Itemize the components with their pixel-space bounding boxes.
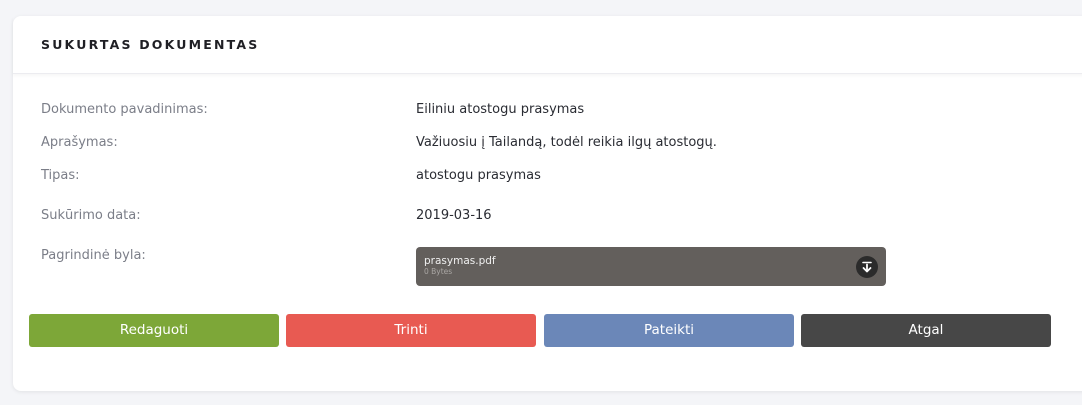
file-size: 0 Bytes [424,267,453,276]
field-value-description: Važiuosiu į Tailandą, todėl reikia ilgų … [416,135,717,150]
card-header: SUKURTAS DOKUMENTAS [13,16,1082,74]
field-value-name: Eiliniu atostogu prasymas [416,102,585,117]
field-label-name: Dokumento pavadinimas: [41,102,208,117]
field-label-description: Aprašymas: [41,135,118,150]
field-value-created: 2019-03-16 [416,208,492,223]
back-button[interactable]: Atgal [801,314,1051,347]
download-icon [862,261,872,273]
download-button[interactable] [856,256,878,278]
edit-button[interactable]: Redaguoti [29,314,279,347]
submit-button[interactable]: Pateikti [544,314,794,347]
field-label-type: Tipas: [41,168,80,183]
field-label-created: Sukūrimo data: [41,208,141,223]
field-label-main-file: Pagrindinė byla: [41,248,146,263]
page-title: SUKURTAS DOKUMENTAS [41,37,260,52]
delete-button[interactable]: Trinti [286,314,536,347]
file-name: prasymas.pdf [424,255,496,267]
field-value-type: atostogu prasymas [416,168,541,183]
file-attachment: prasymas.pdf 0 Bytes [416,247,886,286]
